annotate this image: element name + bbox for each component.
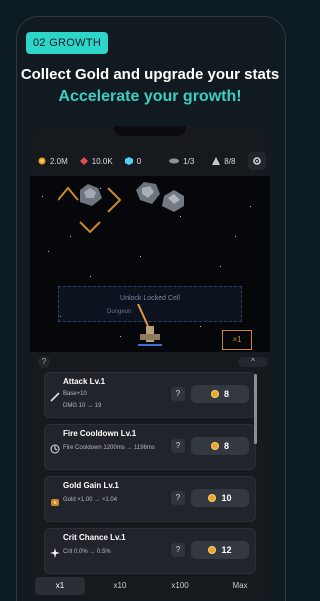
gem-icon — [124, 157, 133, 165]
upgrade-card-crit-chance: Crit Chance Lv.1 Crit 0.0% → 0.5% ? 12 — [44, 528, 256, 574]
upgrade-title: Attack Lv.1 — [63, 377, 106, 386]
speed-multiplier-button[interactable]: ×1 — [222, 330, 252, 350]
ship-resource: 1/3 — [169, 157, 194, 166]
asteroid-sprite — [80, 184, 102, 206]
unit-icon — [212, 157, 221, 165]
upgrade-card-gold-gain: Gold Gain Lv.1 Gold ×1.00 → ×1.04 ? 10 — [44, 476, 256, 522]
upgrade-desc: Base+10 — [63, 391, 87, 397]
upgrade-help-button[interactable]: ? — [171, 543, 185, 557]
upgrade-list: Attack Lv.1 Base+10 DMG 10 → 19 ? 8 Fire… — [44, 372, 256, 574]
tab-x100[interactable]: x100 — [155, 577, 205, 595]
upgrade-title: Gold Gain Lv.1 — [63, 481, 119, 490]
phone-screen: 2.0M 10.0K 0 1/3 8/8 Unlock Locked Cell … — [30, 126, 270, 600]
upgrade-card-attack: Attack Lv.1 Base+10 DMG 10 → 19 ? 8 — [44, 372, 256, 418]
upgrade-cost: 8 — [223, 441, 229, 451]
ruby-icon — [79, 157, 88, 165]
collapse-panel-button[interactable]: ^ — [238, 357, 268, 367]
battlefield[interactable]: Unlock Locked Cell Dungeon ×1 — [30, 176, 270, 352]
upgrade-desc: Crit 0.0% → 0.5% — [63, 549, 111, 555]
upgrade-help-button[interactable]: ? — [171, 439, 185, 453]
upgrade-desc: Gold ×1.00 → ×1.04 — [63, 497, 118, 503]
gem-resource: 0 — [124, 156, 142, 166]
gold-coin-icon — [210, 390, 219, 398]
quantity-tabs: x1 x10 x100 Max — [30, 572, 270, 600]
upgrade-buy-button[interactable]: 12 — [191, 541, 249, 559]
gold-coin-icon — [38, 157, 46, 165]
upgrade-title: Crit Chance Lv.1 — [63, 533, 126, 542]
phone-notch — [114, 126, 186, 136]
upgrade-help-button[interactable]: ? — [171, 387, 185, 401]
player-ship-icon — [138, 326, 162, 346]
subheadline: Accelerate your growth! — [58, 88, 242, 105]
sword-icon — [49, 391, 61, 403]
upgrade-cost: 10 — [221, 493, 232, 503]
help-button[interactable]: ? — [38, 356, 50, 368]
unit-resource: 8/8 — [212, 157, 235, 166]
gold-coin-icon — [210, 442, 219, 450]
upgrade-buy-button[interactable]: 10 — [191, 489, 249, 507]
resource-bar: 2.0M 10.0K 0 1/3 8/8 — [30, 150, 270, 172]
gold-amount: 2.0M — [50, 156, 68, 166]
clock-icon — [49, 443, 61, 455]
upgrade-title: Fire Cooldown Lv.1 — [63, 429, 137, 438]
sparkle-icon — [49, 547, 61, 559]
asteroid-sprite — [162, 190, 184, 212]
dungeon-label: Dungeon — [107, 309, 132, 315]
settings-button[interactable] — [248, 152, 266, 170]
upgrade-desc: Fire Cooldown 1200ms → 1196ms — [63, 445, 155, 451]
locked-cell-label: Unlock Locked Cell — [120, 295, 180, 302]
upgrade-cost: 12 — [221, 545, 232, 555]
gold-bag-icon — [49, 495, 61, 507]
upgrade-help-button[interactable]: ? — [171, 491, 185, 505]
upgrade-buy-button[interactable]: 8 — [191, 437, 249, 455]
headline: Collect Gold and upgrade your stats — [20, 66, 280, 83]
ship-amount: 1/3 — [183, 156, 195, 166]
tab-max[interactable]: Max — [215, 577, 265, 595]
upgrade-cost: 8 — [223, 389, 229, 399]
gear-icon — [253, 157, 261, 165]
gold-coin-icon — [208, 494, 217, 502]
gold-coin-icon — [208, 546, 217, 554]
gem-amount: 0 — [136, 156, 142, 166]
upgrade-desc: DMG 10 → 19 — [63, 403, 102, 409]
upgrade-card-fire-cooldown: Fire Cooldown Lv.1 Fire Cooldown 1200ms … — [44, 424, 256, 470]
tab-x10[interactable]: x10 — [95, 577, 145, 595]
growth-badge: 02 GROWTH — [26, 32, 109, 54]
upgrade-list-scrollbar[interactable] — [254, 374, 257, 444]
tab-x1[interactable]: x1 — [35, 577, 85, 595]
ruby-resource: 10.0K — [79, 156, 113, 166]
gold-resource: 2.0M — [38, 157, 68, 166]
unit-amount: 8/8 — [224, 156, 236, 166]
upgrade-buy-button[interactable]: 8 — [191, 385, 249, 403]
asteroid-sprite — [136, 182, 160, 204]
ship-icon — [169, 158, 180, 164]
ruby-amount: 10.0K — [91, 156, 113, 166]
